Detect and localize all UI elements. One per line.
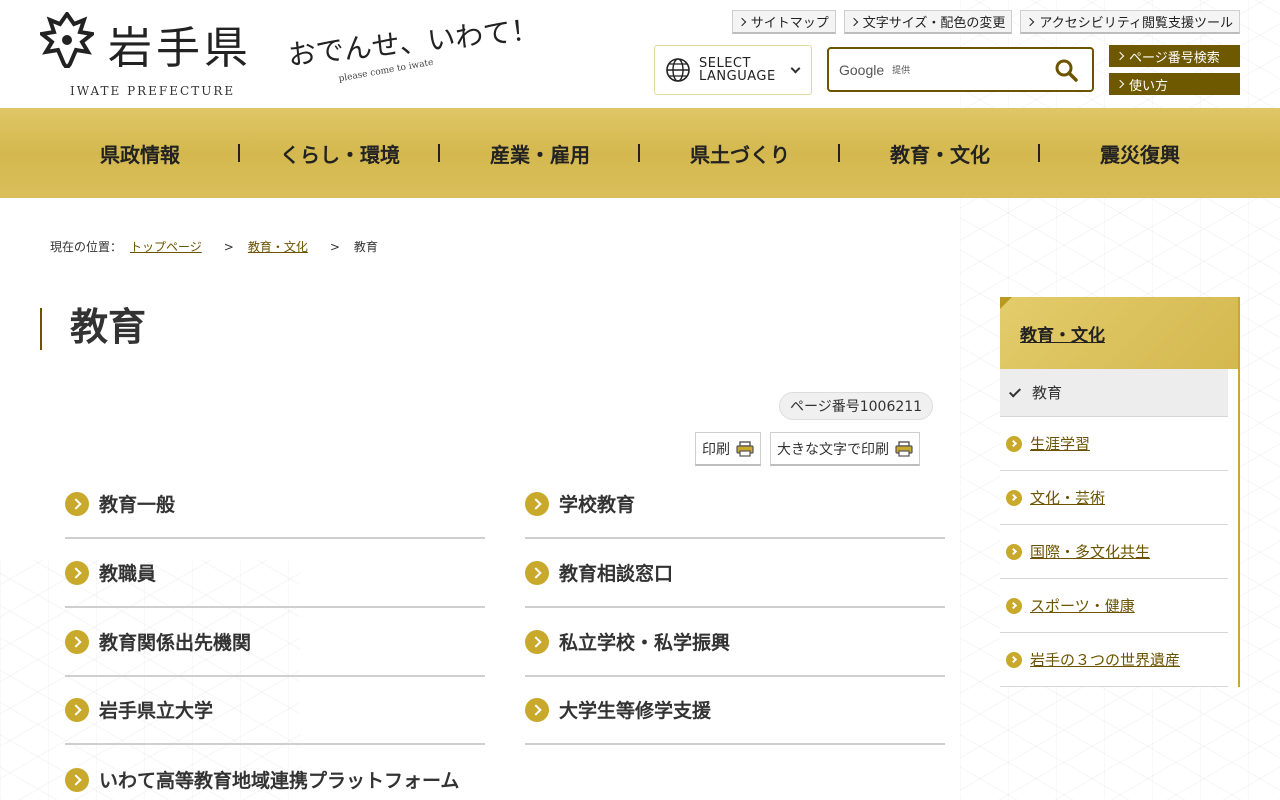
chevron-circle-icon	[525, 560, 549, 585]
language-label: SELECT LANGUAGE	[699, 56, 776, 84]
check-icon	[1008, 384, 1022, 398]
chevron-down-icon	[790, 63, 801, 73]
accessibility-tool-link[interactable]: アクセシビリティ閲覧支援ツール	[1020, 10, 1240, 34]
logo-subtitle: IWATE PREFECTURE	[70, 84, 236, 98]
sidebar-item-lifelong-learning[interactable]: 生涯学習	[1000, 417, 1228, 471]
sidebar-item-education[interactable]: 教育	[1000, 369, 1228, 417]
chevron-circle-icon	[65, 491, 89, 516]
sidebar-item-sports-health[interactable]: スポーツ・健康	[1000, 579, 1228, 633]
chevron-circle-icon	[525, 697, 549, 722]
chevron-circle-icon	[525, 629, 549, 654]
chevron-circle-icon	[1006, 543, 1022, 560]
printer-icon	[895, 440, 913, 457]
breadcrumb-current: 教育	[353, 240, 378, 254]
chevron-circle-icon	[1006, 435, 1022, 452]
link-teachers[interactable]: 教職員	[65, 539, 485, 608]
nav-item-land-development[interactable]: 県土づくり	[640, 108, 840, 198]
search-input[interactable]: Google 提供	[827, 47, 1094, 92]
nav-item-prefectural-info[interactable]: 県政情報	[40, 108, 240, 198]
breadcrumb: 現在の位置： トップページ > 教育・文化 > 教育	[50, 238, 378, 255]
nav-item-disaster-recovery[interactable]: 震災復興	[1040, 108, 1240, 198]
page-number-badge: ページ番号1006211	[779, 392, 934, 420]
sidebar-item-international[interactable]: 国際・多文化共生	[1000, 525, 1228, 579]
how-to-use-button[interactable]: 使い方	[1109, 73, 1240, 95]
chevron-circle-icon	[65, 697, 89, 722]
sidebar: 教育・文化 教育 生涯学習 文化・芸術 国際・多文化共生 スポーツ・健康 岩手の…	[1000, 297, 1240, 687]
page-number-search-button[interactable]: ページ番号検索	[1109, 45, 1240, 67]
chevron-circle-icon	[65, 767, 89, 792]
site-header: 岩手県 IWATE PREFECTURE おでんせ、いわて！ please co…	[0, 0, 1280, 108]
nav-item-industry-employment[interactable]: 産業・雇用	[440, 108, 640, 198]
print-large-text-button[interactable]: 大きな文字で印刷	[770, 432, 920, 466]
chevron-circle-icon	[525, 491, 549, 516]
nav-item-life-environment[interactable]: くらし・環境	[240, 108, 440, 198]
prefecture-emblem-icon[interactable]	[40, 12, 94, 68]
sidebar-heading[interactable]: 教育・文化	[1000, 297, 1238, 369]
chevron-circle-icon	[1006, 597, 1022, 614]
printer-icon	[736, 440, 754, 457]
chevron-right-icon	[1026, 17, 1035, 26]
chevron-circle-icon	[65, 560, 89, 585]
page-title: 教育	[40, 308, 146, 350]
breadcrumb-link-education-culture[interactable]: 教育・文化	[248, 238, 308, 255]
print-button[interactable]: 印刷	[695, 432, 761, 466]
chevron-right-icon	[1115, 79, 1125, 89]
link-education-consultation[interactable]: 教育相談窓口	[525, 539, 945, 608]
sidebar-item-world-heritage[interactable]: 岩手の３つの世界遺産	[1000, 633, 1228, 687]
google-label: Google	[839, 61, 885, 78]
sidebar-item-culture-arts[interactable]: 文化・芸術	[1000, 471, 1228, 525]
globe-icon	[666, 58, 690, 82]
provided-label: 提供	[892, 66, 911, 76]
global-nav: 県政情報 くらし・環境 産業・雇用 県土づくり 教育・文化 震災復興	[0, 108, 1280, 198]
search-icon[interactable]	[1054, 58, 1078, 82]
link-student-support[interactable]: 大学生等修学支援	[525, 676, 945, 745]
link-education-general[interactable]: 教育一般	[65, 470, 485, 539]
link-education-agencies[interactable]: 教育関係出先機関	[65, 608, 485, 677]
chevron-circle-icon	[1006, 489, 1022, 506]
chevron-circle-icon	[1006, 651, 1022, 668]
slogan: おでんせ、いわて！ please come to iwate	[286, 13, 540, 88]
chevron-right-icon	[737, 17, 747, 26]
link-iwate-prefectural-university[interactable]: 岩手県立大学	[65, 676, 485, 745]
chevron-right-icon	[1115, 51, 1125, 61]
breadcrumb-separator: >	[223, 239, 234, 254]
logo-title[interactable]: 岩手県	[108, 12, 252, 76]
chevron-right-icon	[849, 17, 859, 26]
select-language-button[interactable]: SELECT LANGUAGE	[654, 45, 812, 95]
breadcrumb-link-top[interactable]: トップページ	[130, 238, 202, 255]
header-side-buttons: ページ番号検索 使い方	[1109, 45, 1240, 95]
breadcrumb-separator: >	[329, 239, 340, 254]
text-size-color-link[interactable]: 文字サイズ・配色の変更	[843, 10, 1013, 34]
nav-item-education-culture[interactable]: 教育・文化	[840, 108, 1040, 198]
breadcrumb-label: 現在の位置：	[50, 240, 123, 254]
utility-links: サイトマップ 文字サイズ・配色の変更 アクセシビリティ閲覧支援ツール	[731, 10, 1240, 34]
chevron-circle-icon	[65, 629, 89, 654]
link-private-schools[interactable]: 私立学校・私学振興	[525, 608, 945, 677]
link-school-education[interactable]: 学校教育	[525, 470, 945, 539]
sitemap-link[interactable]: サイトマップ	[731, 10, 836, 34]
link-higher-education-platform[interactable]: いわて高等教育地域連携プラットフォーム	[65, 745, 485, 800]
